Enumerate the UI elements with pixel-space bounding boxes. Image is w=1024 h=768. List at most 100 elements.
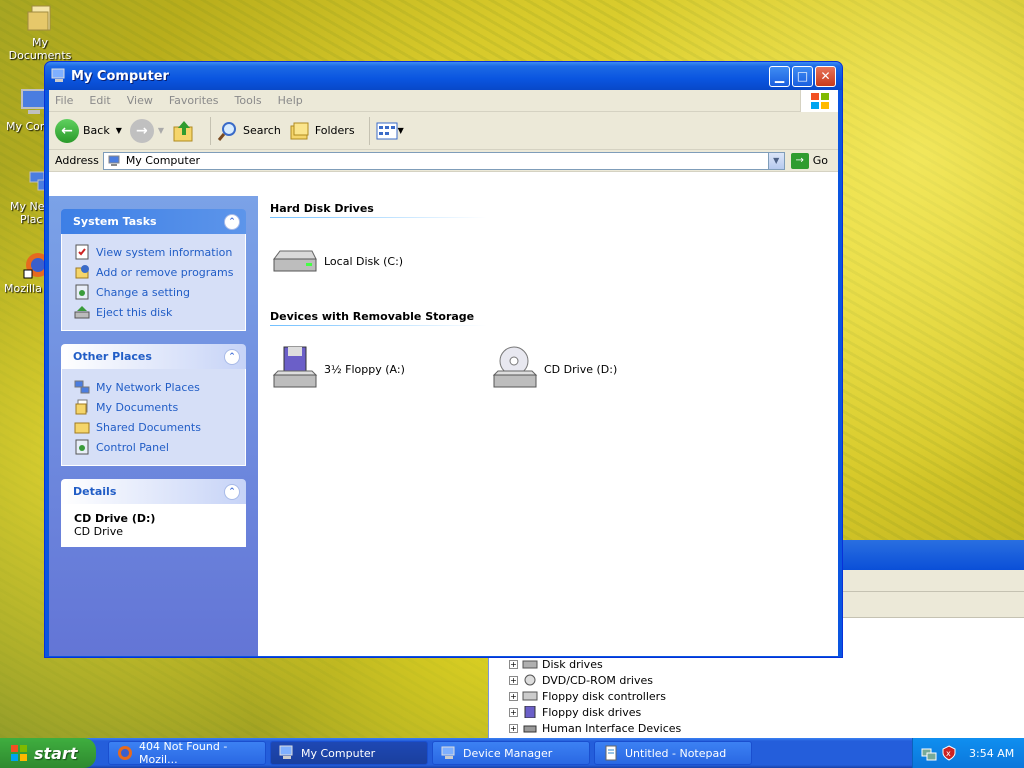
menu-file[interactable]: File <box>55 94 73 107</box>
my-computer-icon <box>108 155 120 166</box>
panel-title: System Tasks <box>73 215 157 228</box>
address-input[interactable]: My Computer ▼ <box>102 151 785 170</box>
expand-icon[interactable]: + <box>509 707 518 717</box>
windows-logo <box>800 90 838 112</box>
device-tree: + Disk drives + DVD/CD-ROM drives + Floppy … <box>509 656 681 736</box>
expand-icon[interactable]: + <box>509 723 518 733</box>
task-view-system-info[interactable]: View system information <box>74 242 235 262</box>
menu-edit[interactable]: Edit <box>89 94 110 107</box>
menu-help[interactable]: Help <box>278 94 303 107</box>
menu-favorites[interactable]: Favorites <box>169 94 219 107</box>
toolbar-separator <box>368 116 370 145</box>
firefox-icon <box>118 746 132 760</box>
place-network[interactable]: My Network Places <box>74 377 235 397</box>
network-places-icon <box>74 380 90 394</box>
expand-icon[interactable]: + <box>509 691 518 701</box>
folders-button[interactable]: Folders <box>289 120 355 142</box>
expand-icon[interactable]: + <box>509 675 518 685</box>
address-value: My Computer <box>125 154 200 167</box>
place-control-panel[interactable]: Control Panel <box>74 437 235 457</box>
taskbar-button-my-computer[interactable]: My Computer <box>270 741 428 765</box>
control-panel-icon <box>75 439 89 455</box>
drive-label: Local Disk (C:) <box>324 254 404 268</box>
device-manager-icon <box>441 746 455 759</box>
folder-up-icon <box>173 120 193 141</box>
address-label: Address <box>55 154 99 167</box>
window-titlebar[interactable]: My Computer ▁ □ ✕ <box>45 62 842 90</box>
task-label: Add or remove programs <box>96 265 234 279</box>
hard-disk-items: Local Disk (C:) <box>270 236 826 286</box>
panel-title: Details <box>73 485 117 498</box>
tree-item-floppy-controllers[interactable]: + Floppy disk controllers <box>509 688 681 704</box>
expand-icon[interactable]: + <box>509 659 518 669</box>
tree-item-floppy-drives[interactable]: + Floppy disk drives <box>509 704 681 720</box>
tree-item-label: DVD/CD-ROM drives <box>542 673 653 687</box>
group-removable-storage: Devices with Removable Storage <box>270 310 540 326</box>
toolbar-separator <box>210 116 212 145</box>
up-button[interactable] <box>172 119 196 143</box>
place-label: My Network Places <box>96 380 200 394</box>
desktop-icon-my-documents[interactable]: My Documents <box>0 4 80 62</box>
task-change-setting[interactable]: Change a setting <box>74 282 235 302</box>
minimize-button[interactable]: ▁ <box>769 65 790 87</box>
forward-arrow-icon: → <box>129 118 154 143</box>
task-add-remove-programs[interactable]: Add or remove programs <box>74 262 235 282</box>
other-places-header[interactable]: Other Places ⌃ <box>61 344 246 369</box>
taskbar-button-firefox[interactable]: 404 Not Found - Mozil... <box>108 740 266 766</box>
add-remove-programs-icon <box>75 265 89 279</box>
folders-label: Folders <box>314 124 355 137</box>
details-panel: Details ⌃ CD Drive (D:) CD Drive <box>61 479 246 547</box>
start-label: start <box>34 743 78 763</box>
go-arrow-icon: → <box>790 152 809 169</box>
address-dropdown-button[interactable]: ▼ <box>767 152 784 169</box>
forward-button[interactable]: → ▼ <box>129 118 164 143</box>
system-tasks-panel: System Tasks ⌃ View system information A… <box>61 209 246 331</box>
tree-item-hid[interactable]: + Human Interface Devices <box>509 720 681 736</box>
drive-label: CD Drive (D:) <box>544 362 618 376</box>
task-eject-disk[interactable]: Eject this disk <box>74 302 235 322</box>
security-shield-icon[interactable]: x <box>941 745 957 761</box>
tree-item-dvd-drives[interactable]: + DVD/CD-ROM drives <box>509 672 681 688</box>
details-type: CD Drive <box>74 525 123 538</box>
place-label: Shared Documents <box>96 420 201 434</box>
system-tasks-header[interactable]: System Tasks ⌃ <box>61 209 246 234</box>
search-button[interactable]: Search <box>217 120 281 142</box>
my-computer-window[interactable]: My Computer ▁ □ ✕ File Edit View Favorit… <box>44 61 843 658</box>
tree-item-label: Floppy disk controllers <box>542 689 666 703</box>
taskbar: start 404 Not Found - Mozil... My Comput… <box>0 738 1024 768</box>
windows-flag-icon <box>810 93 829 109</box>
removable-items: 3½ Floppy (A:) CD Drive (D:) <box>270 344 826 394</box>
collapse-chevron-icon[interactable]: ⌃ <box>224 484 240 500</box>
views-button[interactable]: ▼ <box>376 122 404 140</box>
drive-label: 3½ Floppy (A:) <box>324 362 405 376</box>
details-header[interactable]: Details ⌃ <box>61 479 246 504</box>
place-shared-documents[interactable]: Shared Documents <box>74 417 235 437</box>
desktop-icon-label: My Net <box>10 200 49 213</box>
menu-tools[interactable]: Tools <box>235 94 262 107</box>
dropdown-arrow-icon[interactable]: ▼ <box>116 126 122 135</box>
collapse-chevron-icon[interactable]: ⌃ <box>224 349 240 365</box>
menu-view[interactable]: View <box>127 94 153 107</box>
close-button[interactable]: ✕ <box>815 65 836 87</box>
system-info-icon <box>75 244 89 260</box>
maximize-button[interactable]: □ <box>792 65 813 87</box>
taskbar-button-notepad[interactable]: Untitled - Notepad <box>594 741 752 765</box>
tree-item-disk-drives[interactable]: + Disk drives <box>509 656 681 672</box>
drive-local-disk-c[interactable]: Local Disk (C:) <box>270 236 490 286</box>
my-computer-icon <box>51 68 65 82</box>
details-name: CD Drive (D:) <box>74 512 156 525</box>
drive-cd-d[interactable]: CD Drive (D:) <box>490 344 710 394</box>
desktop-icon-label: Plac <box>20 213 43 226</box>
controller-icon <box>522 691 538 701</box>
clock[interactable]: 3:54 AM <box>969 747 1014 760</box>
windows-flag-icon <box>11 745 27 761</box>
go-button[interactable]: → Go <box>785 152 838 169</box>
collapse-chevron-icon[interactable]: ⌃ <box>224 214 240 230</box>
drive-floppy-a[interactable]: 3½ Floppy (A:) <box>270 344 490 394</box>
place-my-documents[interactable]: My Documents <box>74 397 235 417</box>
desktop-icon-label: My Documents <box>8 36 72 62</box>
taskbar-button-device-manager[interactable]: Device Manager <box>432 741 590 765</box>
back-button[interactable]: ← Back ▼ <box>55 118 122 143</box>
network-tray-icon[interactable] <box>921 745 937 761</box>
start-button[interactable]: start <box>0 738 96 768</box>
